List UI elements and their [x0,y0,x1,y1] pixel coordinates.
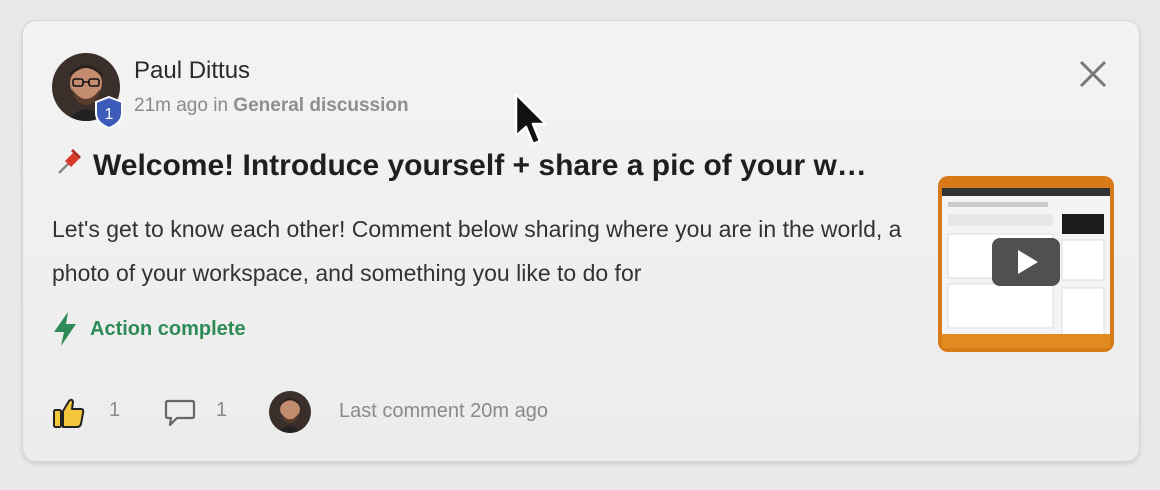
last-comment-time: Last comment 20m ago [339,400,548,422]
action-status-label: Action complete [90,317,246,340]
post-footer: 1 1 Last comment 20m ago [51,391,751,433]
author-name[interactable]: Paul Dittus [134,57,250,85]
svg-text:1: 1 [105,106,114,123]
post-title[interactable]: Welcome! Introduce yourself + share a pi… [53,145,923,185]
post-card[interactable]: 1 Paul Dittus 21m ago in General discuss… [22,20,1140,462]
action-status: Action complete [52,312,246,346]
level-badge: 1 [93,95,125,130]
post-title-text: Welcome! Introduce yourself + share a pi… [93,149,867,182]
post-body: Let's get to know each other! Comment be… [52,216,902,286]
last-commenter-avatar[interactable] [269,391,311,433]
lightning-icon [54,312,76,346]
thumbs-up-icon[interactable] [51,396,87,430]
post-meta: 21m ago in General discussion [134,95,409,117]
video-thumbnail[interactable] [938,176,1114,352]
pin-icon [53,145,85,185]
space-link[interactable]: General discussion [233,95,408,116]
like-count: 1 [109,399,121,421]
post-time: 21m ago in [134,95,234,116]
close-icon[interactable] [1076,57,1110,91]
comment-count: 1 [216,399,228,421]
comment-icon[interactable] [163,398,197,428]
